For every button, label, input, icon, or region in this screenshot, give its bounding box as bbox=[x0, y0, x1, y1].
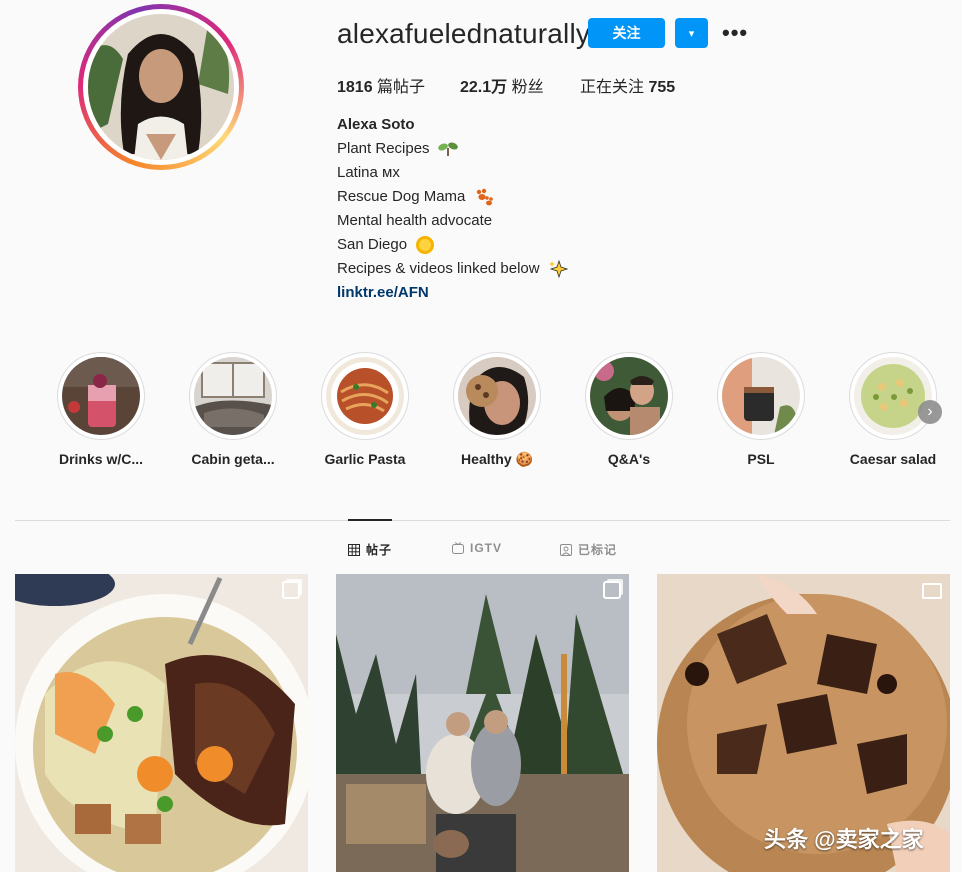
bio-line-text: Plant Recipes bbox=[337, 140, 430, 157]
highlight-garlic-pasta[interactable]: Garlic Pasta bbox=[310, 352, 420, 467]
seedling-icon bbox=[437, 142, 458, 157]
bio-line: San Diego bbox=[337, 233, 568, 257]
highlight-qa[interactable]: Q&A's bbox=[574, 352, 684, 467]
followers-count[interactable]: 22.1万 粉丝 bbox=[460, 73, 544, 97]
highlight-cover-image bbox=[854, 357, 932, 435]
post-thumbnail[interactable] bbox=[336, 574, 629, 872]
highlight-cover-ring bbox=[717, 352, 805, 440]
full-name: Alexa Soto bbox=[337, 116, 415, 133]
tagged-user-icon bbox=[560, 543, 572, 556]
highlight-healthy[interactable]: Healthy 🍪 bbox=[442, 352, 552, 468]
tab-posts[interactable]: 帖子 bbox=[348, 541, 392, 558]
highlight-cover-image bbox=[590, 357, 668, 435]
bio-line: Rescue Dog Mama bbox=[337, 185, 568, 209]
highlight-label: Healthy 🍪 bbox=[461, 451, 533, 467]
multiple-images-icon bbox=[282, 581, 300, 599]
suggested-dropdown-button[interactable]: ▾ bbox=[675, 18, 708, 48]
profile-avatar[interactable] bbox=[78, 4, 244, 170]
posts-count-value: 1816 bbox=[337, 79, 373, 96]
video-icon bbox=[922, 583, 942, 599]
tabs-divider bbox=[15, 520, 950, 521]
highlight-label: Q&A's bbox=[607, 451, 651, 467]
avatar-illustration bbox=[88, 14, 234, 160]
highlight-label: Drinks w/C... bbox=[58, 451, 144, 467]
highlight-label: Garlic Pasta bbox=[324, 451, 406, 467]
avatar-photo bbox=[88, 14, 234, 160]
post-thumbnail[interactable] bbox=[15, 574, 308, 872]
following-count[interactable]: 正在关注 755 bbox=[580, 73, 675, 97]
bio-line: Latina ᴍx bbox=[337, 164, 400, 181]
profile-username: alexafuelednaturally bbox=[337, 18, 591, 49]
grid-icon bbox=[348, 543, 360, 556]
multiple-images-icon bbox=[603, 581, 621, 599]
followers-count-value: 22.1万 bbox=[460, 79, 508, 96]
highlight-label: PSL bbox=[747, 451, 775, 467]
bio-external-link[interactable]: linktr.ee/AFN bbox=[337, 281, 568, 305]
following-count-value: 755 bbox=[648, 79, 676, 96]
tab-tagged[interactable]: 已标记 bbox=[560, 541, 617, 558]
igtv-icon bbox=[452, 542, 464, 554]
sun-icon bbox=[416, 236, 435, 255]
profile-bio: Alexa Soto Plant Recipes Latina ᴍx Rescu… bbox=[337, 113, 568, 305]
following-count-label: 正在关注 bbox=[580, 79, 645, 96]
active-tab-indicator bbox=[348, 519, 392, 521]
watermark: 头条 @卖家之家 bbox=[764, 827, 924, 852]
tab-igtv[interactable]: IGTV bbox=[452, 541, 502, 555]
highlight-cover-image bbox=[722, 357, 800, 435]
posts-count-label: 篇帖子 bbox=[377, 79, 426, 96]
bio-line: Recipes & videos linked below bbox=[337, 257, 568, 281]
follow-button[interactable]: 关注 bbox=[588, 18, 665, 48]
highlight-cover-image bbox=[62, 357, 140, 435]
tab-label: IGTV bbox=[470, 541, 503, 555]
posts-count: 1816 篇帖子 bbox=[337, 73, 425, 97]
highlight-cover-image bbox=[458, 357, 536, 435]
highlight-cabin[interactable]: Cabin geta... bbox=[178, 352, 288, 467]
highlight-psl[interactable]: PSL bbox=[706, 352, 816, 467]
highlight-label: Caesar salad bbox=[849, 451, 937, 467]
bio-line: Plant Recipes bbox=[337, 137, 568, 161]
more-options-icon[interactable]: ••• bbox=[722, 20, 748, 46]
bio-line-text: Recipes & videos linked below bbox=[337, 260, 540, 277]
highlight-label: Cabin geta... bbox=[191, 451, 275, 467]
highlight-cover-ring bbox=[585, 352, 673, 440]
highlight-cover-image bbox=[194, 357, 272, 435]
highlight-cover-ring bbox=[189, 352, 277, 440]
highlight-drinks[interactable]: Drinks w/C... bbox=[46, 352, 156, 467]
paw-prints-icon bbox=[476, 188, 493, 206]
highlight-cover-ring bbox=[57, 352, 145, 440]
highlight-cover-ring bbox=[453, 352, 541, 440]
post-image bbox=[336, 574, 629, 872]
chevron-down-icon: ▾ bbox=[688, 27, 695, 40]
sparkles-icon bbox=[548, 259, 568, 279]
bio-line-text: San Diego bbox=[337, 236, 408, 253]
highlight-cover-image bbox=[326, 357, 404, 435]
post-image bbox=[15, 574, 308, 872]
bio-line: Mental health advocate bbox=[337, 212, 493, 229]
highlight-cover-ring bbox=[321, 352, 409, 440]
followers-count-label: 粉丝 bbox=[511, 79, 544, 96]
bio-line-text: Rescue Dog Mama bbox=[337, 188, 466, 205]
tab-label: 已标记 bbox=[578, 543, 618, 557]
highlight-cover-ring bbox=[849, 352, 937, 440]
chevron-right-icon[interactable]: › bbox=[918, 400, 942, 424]
avatar-border bbox=[83, 9, 239, 165]
tab-label: 帖子 bbox=[366, 543, 393, 557]
